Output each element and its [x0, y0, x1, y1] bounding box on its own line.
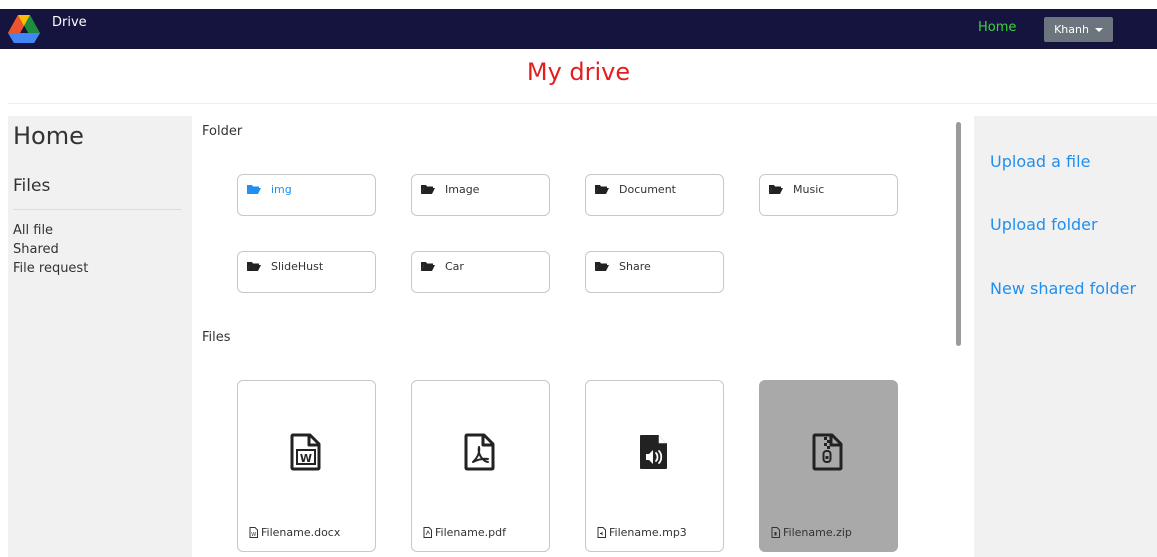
folder-open-icon: [421, 185, 435, 194]
folder-open-icon: [247, 185, 261, 194]
main-scrollbar[interactable]: [956, 120, 962, 557]
folder-name: Document: [619, 183, 676, 196]
folder-name: Image: [445, 183, 480, 196]
file-name-row: Filename.zip: [771, 526, 852, 539]
folder-name: img: [271, 183, 292, 196]
file-word-icon: W: [290, 433, 321, 471]
file-archive-icon: [771, 527, 780, 538]
folder-card[interactable]: Music: [759, 174, 898, 216]
folder-name: SlideHust: [271, 260, 324, 273]
brand[interactable]: Drive: [8, 15, 87, 43]
file-name-row: W Filename.docx: [249, 526, 340, 539]
folder-name: Car: [445, 260, 464, 273]
upload-folder-link[interactable]: Upload folder: [990, 215, 1098, 234]
right-sidebar: Upload a file Upload folder New shared f…: [974, 116, 1157, 557]
folder-name: Music: [793, 183, 825, 196]
file-pdf-icon: [423, 527, 432, 538]
file-name: Filename.zip: [783, 526, 852, 539]
file-word-icon: W: [249, 527, 258, 538]
folder-section-label: Folder: [202, 124, 243, 139]
file-card-zip[interactable]: Filename.zip: [759, 380, 898, 552]
sidebar-item-file-request[interactable]: File request: [13, 259, 88, 278]
folder-card[interactable]: img: [237, 174, 376, 216]
file-name: Filename.mp3: [609, 526, 687, 539]
sidebar-divider: [13, 209, 181, 210]
folder-card[interactable]: SlideHust: [237, 251, 376, 293]
scrollbar-thumb[interactable]: [956, 122, 961, 346]
upload-file-link[interactable]: Upload a file: [990, 152, 1090, 171]
page-title: My drive: [526, 58, 631, 86]
file-name: Filename.pdf: [435, 526, 506, 539]
folder-card[interactable]: Share: [585, 251, 724, 293]
nav-home-link[interactable]: Home: [978, 20, 1016, 35]
brand-name: Drive: [52, 14, 87, 30]
sidebar-home-heading[interactable]: Home: [13, 122, 84, 150]
folder-card[interactable]: Image: [411, 174, 550, 216]
new-shared-folder-link[interactable]: New shared folder: [990, 279, 1136, 298]
file-card-mp3[interactable]: Filename.mp3: [585, 380, 724, 552]
user-menu-label: Khanh: [1054, 23, 1089, 36]
sidebar-item-shared[interactable]: Shared: [13, 240, 88, 259]
left-sidebar: Home Files All file Shared File request: [8, 116, 192, 557]
folder-open-icon: [595, 185, 609, 194]
file-audio-icon: [640, 435, 667, 469]
caret-down-icon: [1094, 27, 1103, 32]
file-card-pdf[interactable]: Filename.pdf: [411, 380, 550, 552]
folder-open-icon: [769, 185, 783, 194]
svg-text:W: W: [300, 452, 312, 465]
sidebar-links: All file Shared File request: [13, 221, 88, 278]
folder-open-icon: [421, 262, 435, 271]
file-name-row: Filename.pdf: [423, 526, 506, 539]
file-name-row: Filename.mp3: [597, 526, 687, 539]
file-pdf-icon: [464, 433, 495, 471]
user-menu-button[interactable]: Khanh: [1044, 17, 1113, 42]
folder-open-icon: [595, 262, 609, 271]
file-card-docx[interactable]: W W Filename.docx: [237, 380, 376, 552]
svg-text:W: W: [251, 532, 256, 538]
top-navbar: Drive Home Khanh: [0, 9, 1157, 49]
files-section-label: Files: [202, 330, 231, 345]
folder-name: Share: [619, 260, 651, 273]
folder-card[interactable]: Document: [585, 174, 724, 216]
folder-open-icon: [247, 262, 261, 271]
title-divider: [8, 103, 1157, 104]
drive-logo-icon: [8, 15, 40, 43]
sidebar-files-heading[interactable]: Files: [13, 176, 50, 196]
folder-card[interactable]: Car: [411, 251, 550, 293]
file-audio-icon: [597, 527, 606, 538]
file-archive-icon: [812, 433, 843, 471]
file-name: Filename.docx: [261, 526, 341, 539]
sidebar-item-all-file[interactable]: All file: [13, 221, 88, 240]
